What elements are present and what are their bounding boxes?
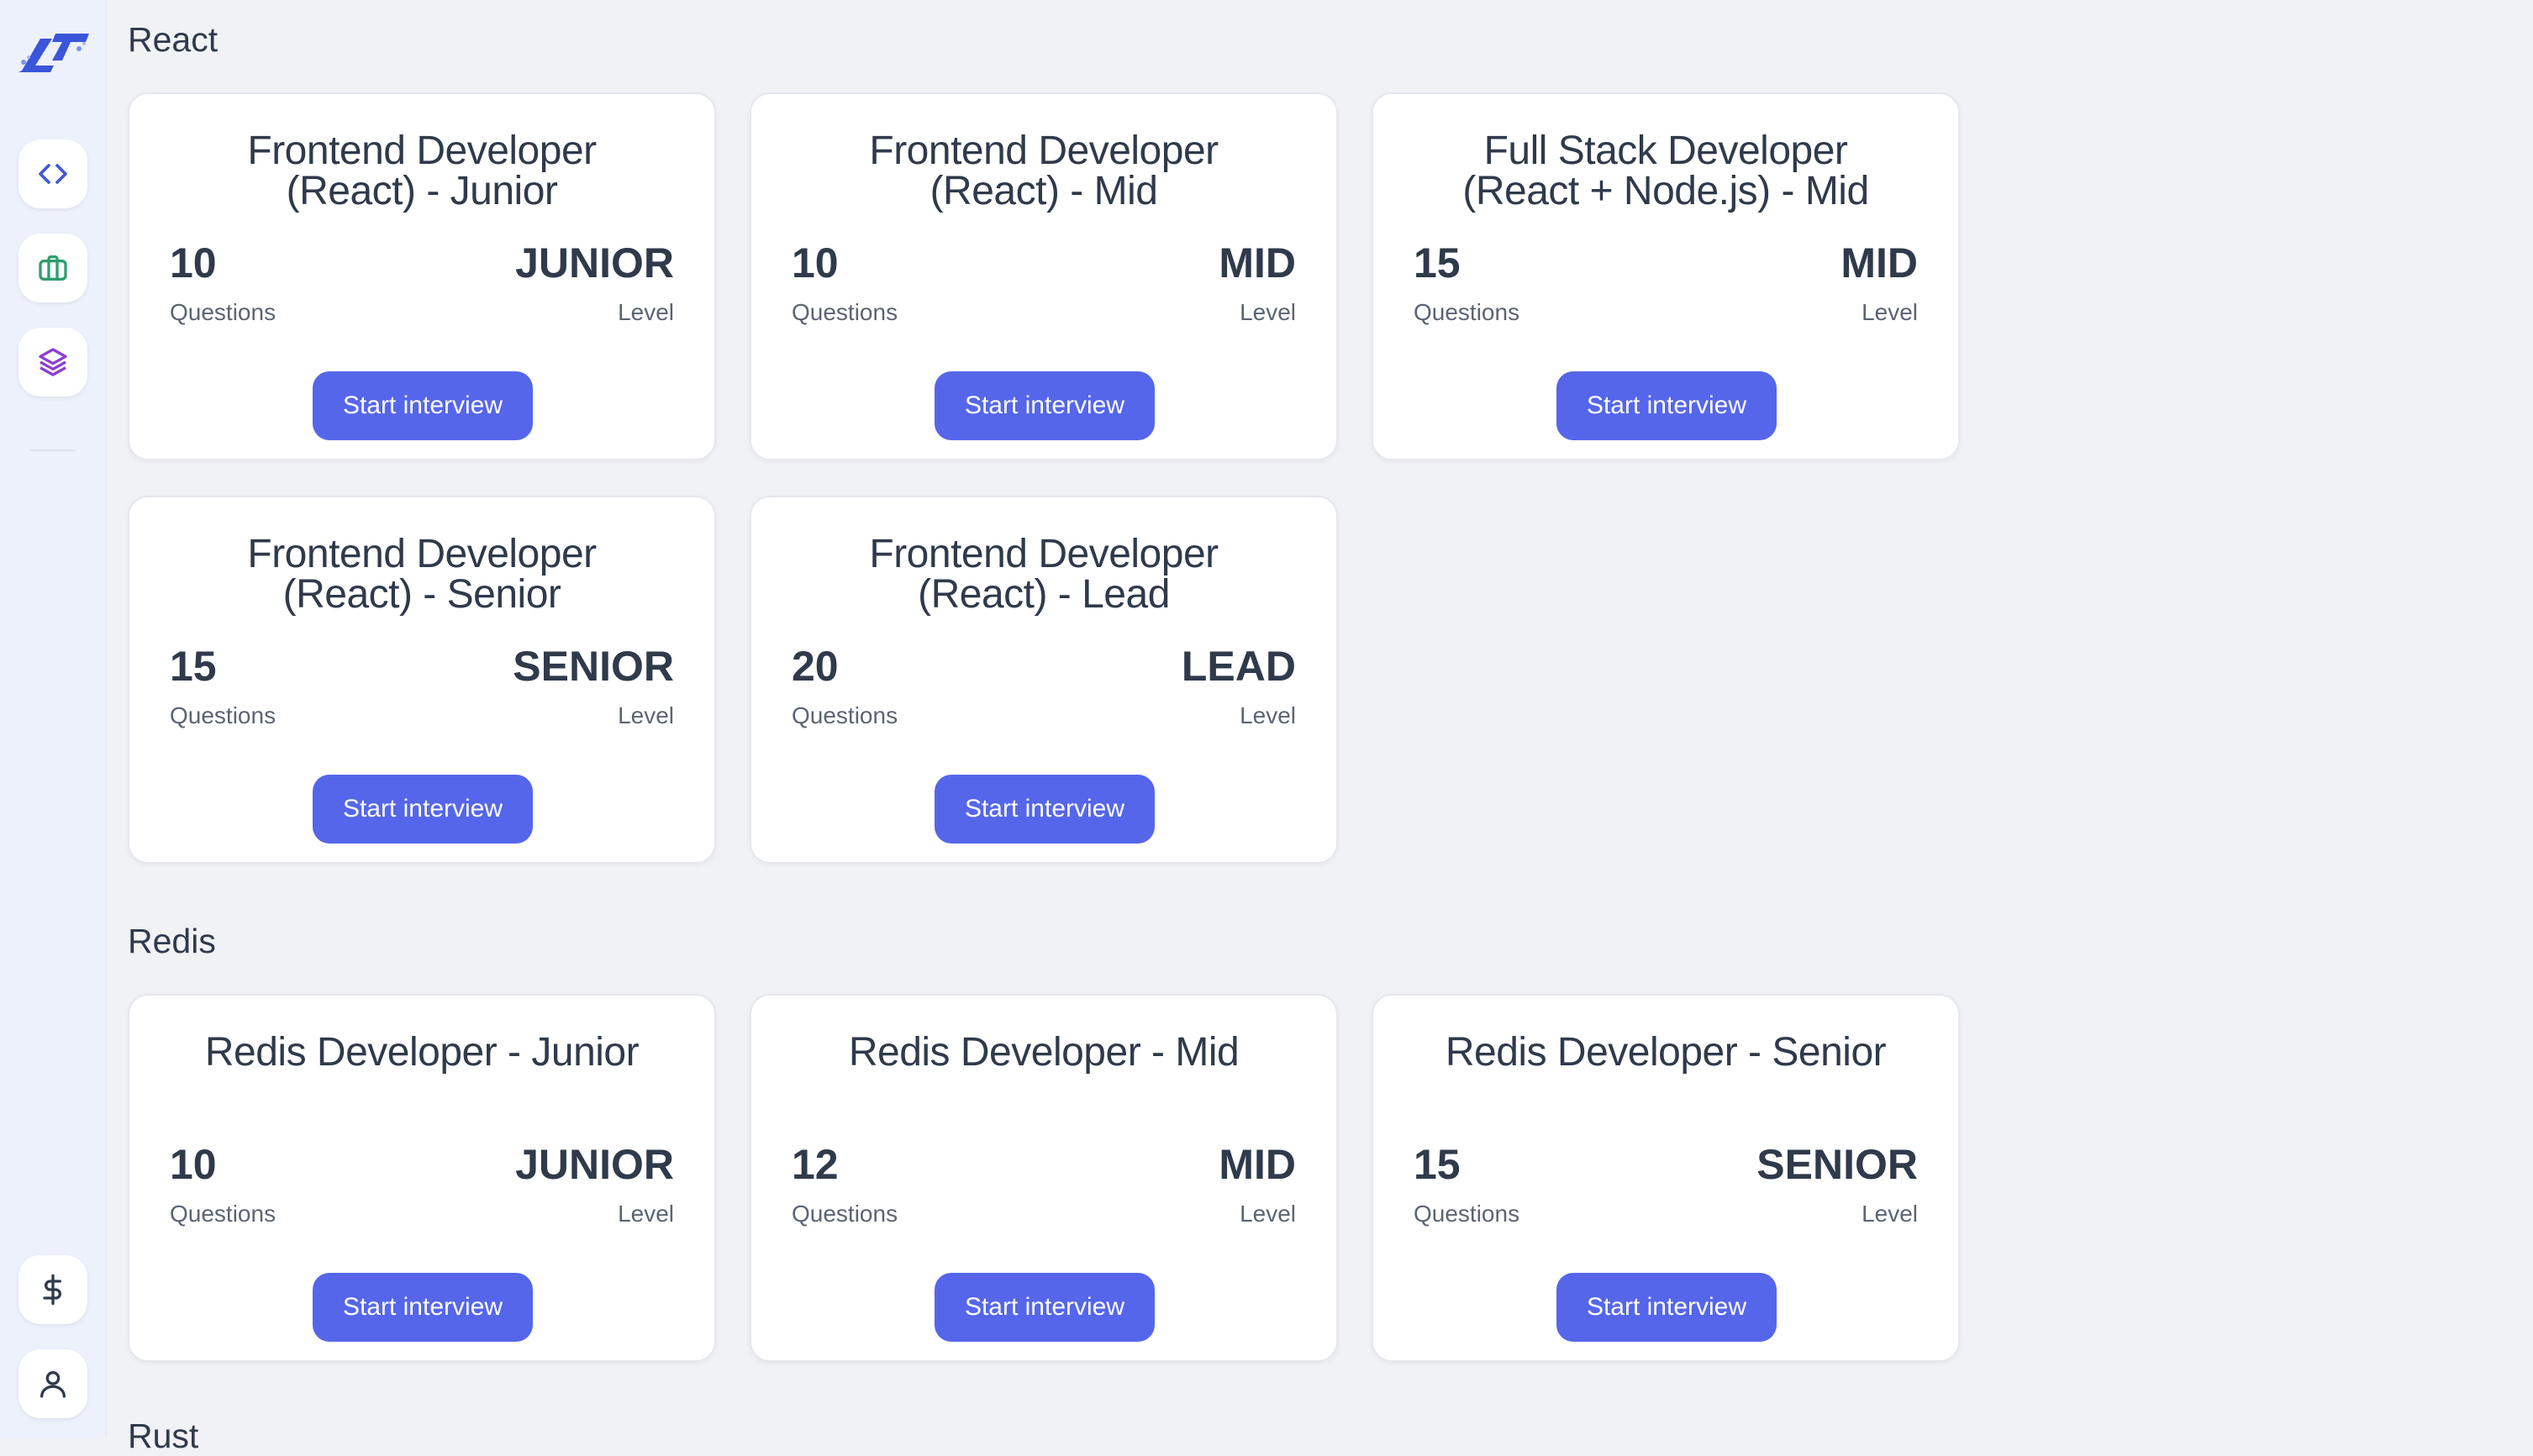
section-title-rust: Rust [128,1417,199,1455]
question-count: 15 [1414,1141,1461,1188]
start-interview-button[interactable]: Start interview [935,775,1155,844]
level-label: Level [1240,299,1296,325]
level-label: Level [1240,702,1296,728]
card-title: Frontend Developer (React) - Lead [869,532,1219,617]
questions-label: Questions [792,702,898,728]
interview-card: Frontend Developer (React) - Junior 10 J… [128,92,716,460]
start-interview-button[interactable]: Start interview [935,1273,1155,1342]
level-label: Level [1862,299,1918,325]
main-content: React Frontend Developer (React) - Junio… [128,0,2533,1455]
section-title-react: React [128,20,219,59]
interview-card: Full Stack Developer (React + Node.js) -… [1372,92,1960,460]
card-title: Redis Developer - Senior [1445,1030,1887,1075]
questions-label: Questions [1414,1201,1520,1227]
user-icon [40,1371,66,1398]
start-interview-button[interactable]: Start interview [1556,371,1777,440]
start-interview-button[interactable]: Start interview [935,371,1155,440]
level-value: SENIOR [513,643,674,690]
questions-label: Questions [170,299,276,325]
level-value: JUNIOR [515,1141,674,1188]
logo-icon [18,34,89,72]
start-interview-button[interactable]: Start interview [313,371,533,440]
interview-card: Frontend Developer (React) - Mid 10 MID … [750,92,1338,460]
code-icon [39,164,67,184]
level-label: Level [618,299,674,325]
start-interview-button[interactable]: Start interview [313,775,533,844]
question-count: 10 [170,239,217,286]
interview-card: Redis Developer - Senior 15 SENIOR Quest… [1372,994,1960,1362]
logo[interactable] [15,24,92,76]
card-title: Full Stack Developer (React + Node.js) -… [1462,129,1869,213]
question-count: 10 [170,1141,217,1188]
start-interview-button[interactable]: Start interview [1556,1273,1777,1342]
level-value: MID [1219,239,1296,286]
card-title: Redis Developer - Mid [848,1030,1240,1075]
level-value: MID [1841,239,1918,286]
question-count: 10 [792,239,839,286]
level-label: Level [1862,1201,1918,1227]
level-value: JUNIOR [515,239,674,286]
sidebar-item-code[interactable] [18,139,87,208]
level-label: Level [618,1201,674,1227]
sidebar-item-pricing[interactable] [18,1255,87,1324]
start-interview-button[interactable]: Start interview [313,1273,533,1342]
layers-icon [39,348,67,376]
dollar-icon [43,1274,62,1306]
card-title: Frontend Developer (React) - Senior [247,532,597,617]
question-count: 15 [170,643,217,690]
interview-card: Frontend Developer (React) - Senior 15 S… [128,496,716,864]
questions-label: Questions [170,1201,276,1227]
question-count: 12 [792,1141,839,1188]
questions-label: Questions [1414,299,1520,325]
card-title: Frontend Developer (React) - Mid [869,129,1219,213]
level-value: MID [1219,1141,1296,1188]
section-title-redis: Redis [128,922,216,960]
questions-label: Questions [170,702,276,728]
level-value: LEAD [1181,643,1296,690]
card-title: Frontend Developer (React) - Junior [247,129,597,213]
question-count: 20 [792,643,839,690]
level-label: Level [1240,1201,1296,1227]
interview-card: Frontend Developer (React) - Lead 20 LEA… [750,496,1338,864]
interview-card: Redis Developer - Mid 12 MID Questions L… [750,994,1338,1362]
sidebar [0,0,107,1438]
briefcase-icon [39,255,67,281]
interview-card: Redis Developer - Junior 10 JUNIOR Quest… [128,994,716,1362]
question-count: 15 [1414,239,1461,286]
questions-label: Questions [792,299,898,325]
level-label: Level [618,702,674,728]
questions-label: Questions [792,1201,898,1227]
sidebar-item-profile[interactable] [18,1349,87,1418]
sidebar-item-jobs[interactable] [18,234,87,302]
sidebar-item-stack[interactable] [18,328,87,397]
sidebar-divider [30,449,76,451]
level-value: SENIOR [1756,1141,1918,1188]
card-title: Redis Developer - Junior [204,1030,640,1075]
